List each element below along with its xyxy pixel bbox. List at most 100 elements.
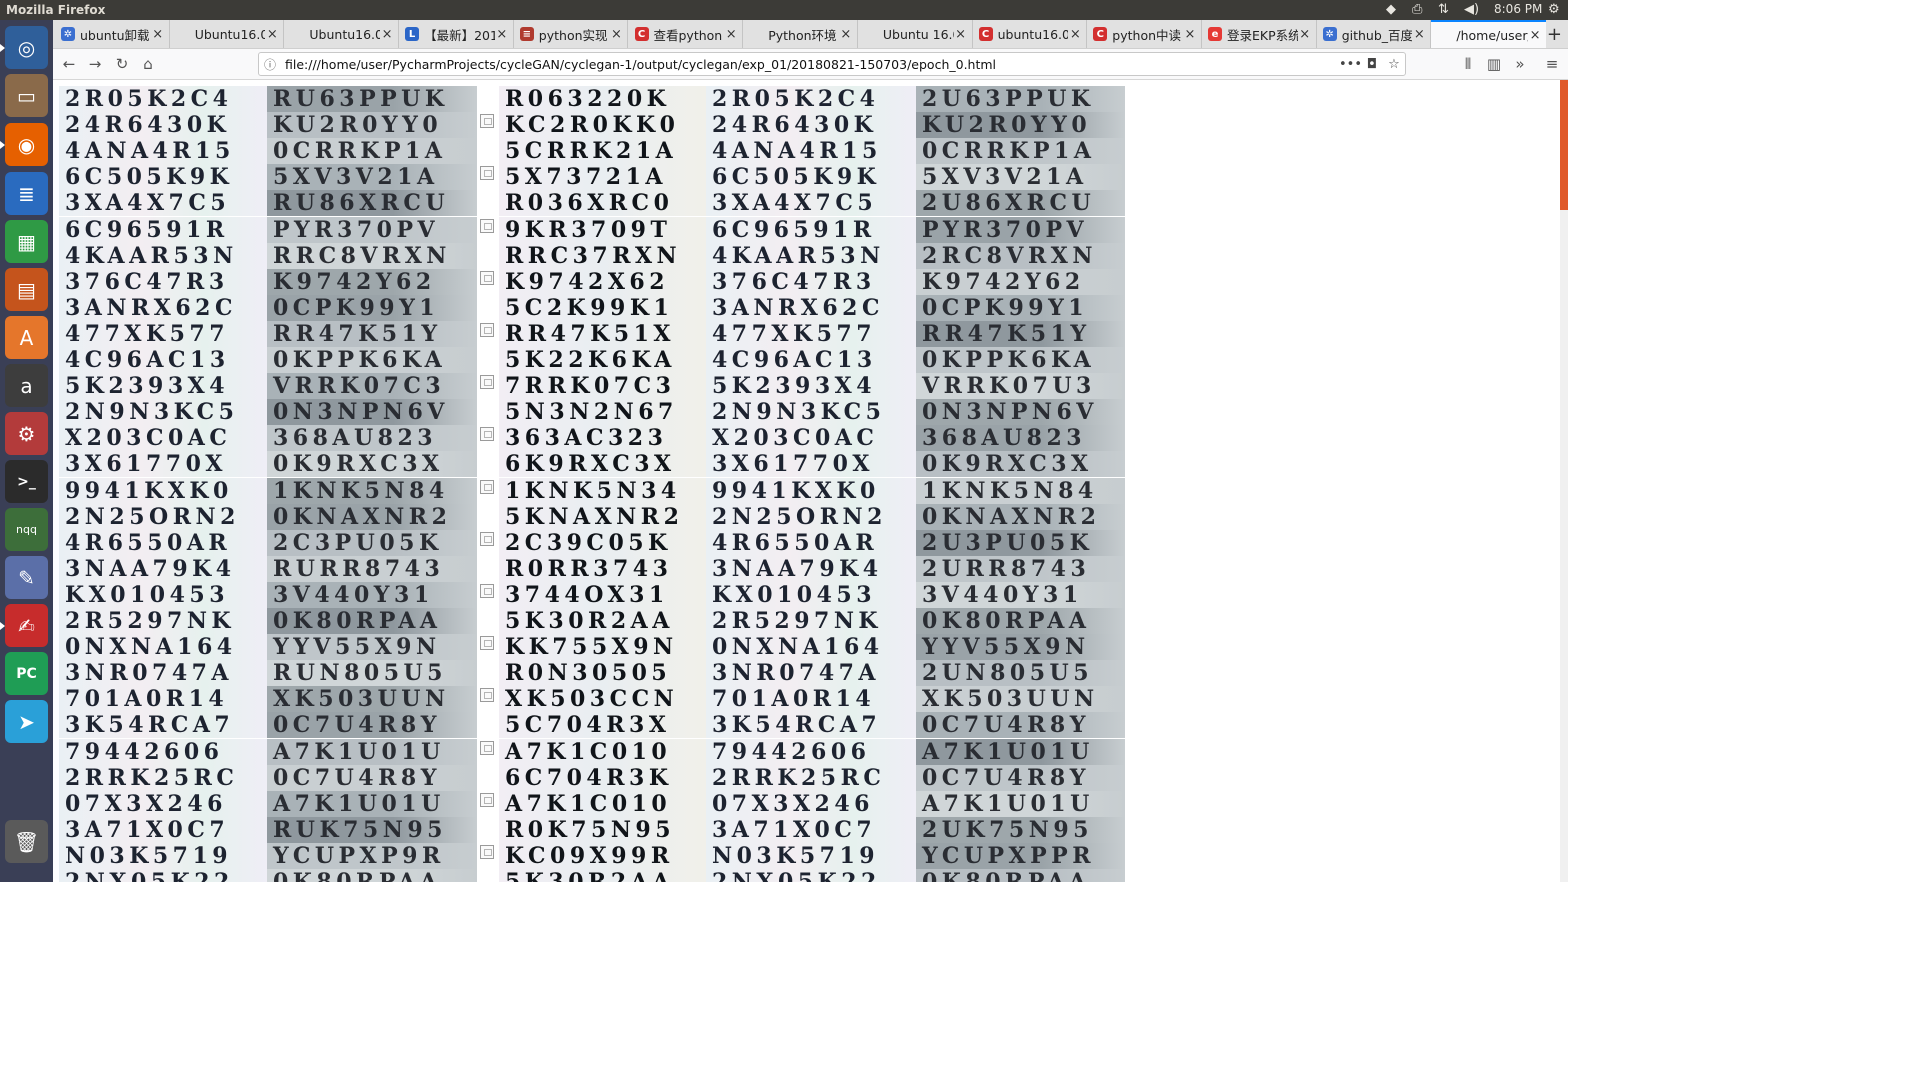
tab-6[interactable]: C 查看python ×: [629, 20, 744, 48]
tab-close-icon[interactable]: ×: [1068, 27, 1082, 42]
printer-icon[interactable]: ⎙: [1412, 2, 1422, 17]
sidebar-icon[interactable]: ▥: [1482, 53, 1506, 75]
captcha-image-b: YYV55X9N: [267, 634, 477, 661]
tab-2[interactable]: Ubuntu16.0 ×: [170, 20, 285, 48]
captcha-image-b: 3V440Y31: [267, 581, 477, 608]
tab-close-icon[interactable]: ×: [724, 27, 738, 42]
system-top-bar: Mozilla Firefox ◆ ⎙ ⇅ ◀) 8:06 PM ⚙: [0, 0, 1568, 20]
tab-close-icon[interactable]: ×: [609, 27, 623, 42]
captcha-image-a: 701A0R14: [59, 686, 267, 713]
captcha-image-e: A7K1U01U: [916, 790, 1125, 817]
tab-3[interactable]: Ubuntu16.0 ×: [284, 20, 400, 48]
launcher-impress-icon[interactable]: ▤: [5, 268, 48, 311]
captcha-image-a: 6C96591R: [59, 216, 267, 243]
captcha-image-d: 2NX05K22: [706, 869, 916, 882]
scrollbar-thumb[interactable]: [1560, 80, 1568, 210]
captcha-image-c: 6K9RXC3X: [499, 451, 706, 478]
launcher-dash-icon[interactable]: ◎: [0, 26, 48, 69]
forward-button[interactable]: →: [83, 53, 107, 75]
captcha-image-a: 0NXNA164: [59, 634, 267, 661]
captcha-image-e: A7K1U01U: [916, 738, 1125, 765]
tab-blank-favicon-icon: [864, 27, 878, 41]
captcha-image-a: 2N25ORN2: [59, 503, 267, 530]
pocket-icon[interactable]: ◘: [1361, 57, 1383, 72]
launcher-settings-icon[interactable]: ⚙: [5, 412, 48, 455]
tab-close-icon[interactable]: ×: [495, 27, 509, 42]
network-icon[interactable]: ⇅: [1438, 2, 1449, 17]
launcher-editor-icon[interactable]: ✍: [0, 604, 48, 647]
captcha-image-d: 2R05K2C4: [706, 86, 916, 112]
bookmark-star-icon[interactable]: ☆: [1383, 57, 1405, 72]
tab-10[interactable]: Cpython中读 ×: [1087, 20, 1202, 48]
captcha-image-d: 4R6550AR: [706, 529, 916, 556]
tab-close-icon[interactable]: ×: [1298, 27, 1312, 42]
tab-12[interactable]: ✲ github_百度 ×: [1317, 20, 1432, 48]
reload-button[interactable]: ↻: [110, 53, 134, 75]
launcher-pycharm-icon[interactable]: PC: [5, 652, 48, 695]
tab-7[interactable]: Python环境 ×: [743, 20, 858, 48]
clock[interactable]: 8:06 PM: [1494, 2, 1542, 16]
captcha-image-b: K9742Y62: [267, 268, 477, 295]
broken-image-icon: [480, 479, 494, 494]
tab-close-icon[interactable]: ×: [954, 27, 968, 42]
launcher-writer-icon[interactable]: ≣: [5, 172, 48, 215]
captcha-image-a: KX010453: [59, 581, 267, 608]
page-actions-button[interactable]: •••: [1339, 57, 1362, 72]
tab-close-icon[interactable]: ×: [1183, 27, 1197, 42]
launcher-nqq-icon[interactable]: nqq: [5, 508, 48, 551]
launcher-firefox-icon[interactable]: ◉: [0, 123, 48, 166]
launcher-trash-icon[interactable]: 🗑: [5, 820, 48, 863]
tab-4[interactable]: L 【最新】2018×: [399, 20, 514, 48]
tab-9[interactable]: Cubuntu16.0 ×: [973, 20, 1088, 48]
tab-close-icon[interactable]: ×: [151, 27, 165, 42]
overflow-chevron-icon[interactable]: »: [1508, 53, 1532, 75]
tab-close-icon[interactable]: ×: [265, 27, 279, 42]
tab-11[interactable]: e 登录EKP系统 ×: [1202, 20, 1317, 48]
captcha-image-d: N03K5719: [706, 842, 916, 869]
menu-icon[interactable]: ≡: [1540, 53, 1564, 75]
tab-5[interactable]: ≡ python实现 ×: [514, 20, 629, 48]
volume-icon[interactable]: ◀): [1464, 2, 1479, 17]
captcha-image-e: VRRK07U3: [916, 373, 1125, 400]
captcha-image-a: 3K54RCA7: [59, 712, 267, 739]
captcha-image-b: 368AU823: [267, 425, 477, 452]
launcher-amazon-icon[interactable]: a: [5, 364, 48, 407]
tab-label: 【最新】2018: [424, 27, 495, 43]
url-text[interactable]: file:///home/user/PycharmProjects/cycleG…: [281, 57, 1339, 72]
tab-close-icon[interactable]: ×: [1412, 27, 1426, 42]
captcha-image-d: 3NR0747A: [706, 660, 916, 687]
new-tab-button[interactable]: +: [1547, 24, 1562, 45]
launcher-software-center-icon[interactable]: A: [5, 316, 48, 359]
home-button[interactable]: ⌂: [136, 53, 160, 75]
tab-blank-favicon-icon: [749, 27, 763, 41]
captcha-image-b: VRRK07C3: [267, 373, 477, 400]
broken-image-icon: [480, 636, 494, 651]
captcha-image-c: 3744OX31: [499, 581, 706, 608]
tab-close-icon[interactable]: ×: [380, 27, 394, 42]
launcher-paint-icon[interactable]: ✎: [5, 556, 48, 599]
captcha-image-c: KC2R0KK0: [499, 112, 706, 139]
captcha-image-b: RU63PPUK: [267, 86, 477, 112]
launcher-calc-icon[interactable]: ▦: [5, 220, 48, 263]
tab-close-icon[interactable]: ×: [1528, 28, 1542, 43]
captcha-image-e: 0K80RPAA: [916, 608, 1125, 634]
tab-favicon-icon: ✲: [1322, 27, 1337, 41]
back-button[interactable]: ←: [57, 53, 81, 75]
tab-13[interactable]: /home/user/Py×: [1431, 20, 1547, 48]
tab-8[interactable]: Ubuntu 16.0 ×: [858, 20, 973, 48]
tab-label: python中读: [1112, 27, 1182, 43]
penguin-icon[interactable]: ◆: [1386, 2, 1396, 17]
launcher-telegram-icon[interactable]: ➤: [5, 700, 48, 743]
url-bar[interactable]: ⓘ file:///home/user/PycharmProjects/cycl…: [258, 52, 1406, 76]
tab-close-icon[interactable]: ×: [839, 27, 853, 42]
launcher-files-icon[interactable]: ▭: [5, 74, 48, 117]
captcha-image-b: RU86XRCU: [267, 190, 477, 217]
tab-favicon-icon: C: [978, 27, 993, 41]
gear-icon[interactable]: ⚙: [1548, 2, 1560, 17]
info-icon[interactable]: ⓘ: [259, 56, 281, 73]
captcha-image-e: 2U63PPUK: [916, 86, 1125, 112]
captcha-image-d: 3ANRX62C: [706, 294, 916, 321]
launcher-terminal-icon[interactable]: >_: [5, 460, 48, 503]
tab-1[interactable]: ✲ ubuntu卸载 ×: [55, 20, 170, 48]
library-icon[interactable]: ⫴: [1456, 53, 1480, 75]
